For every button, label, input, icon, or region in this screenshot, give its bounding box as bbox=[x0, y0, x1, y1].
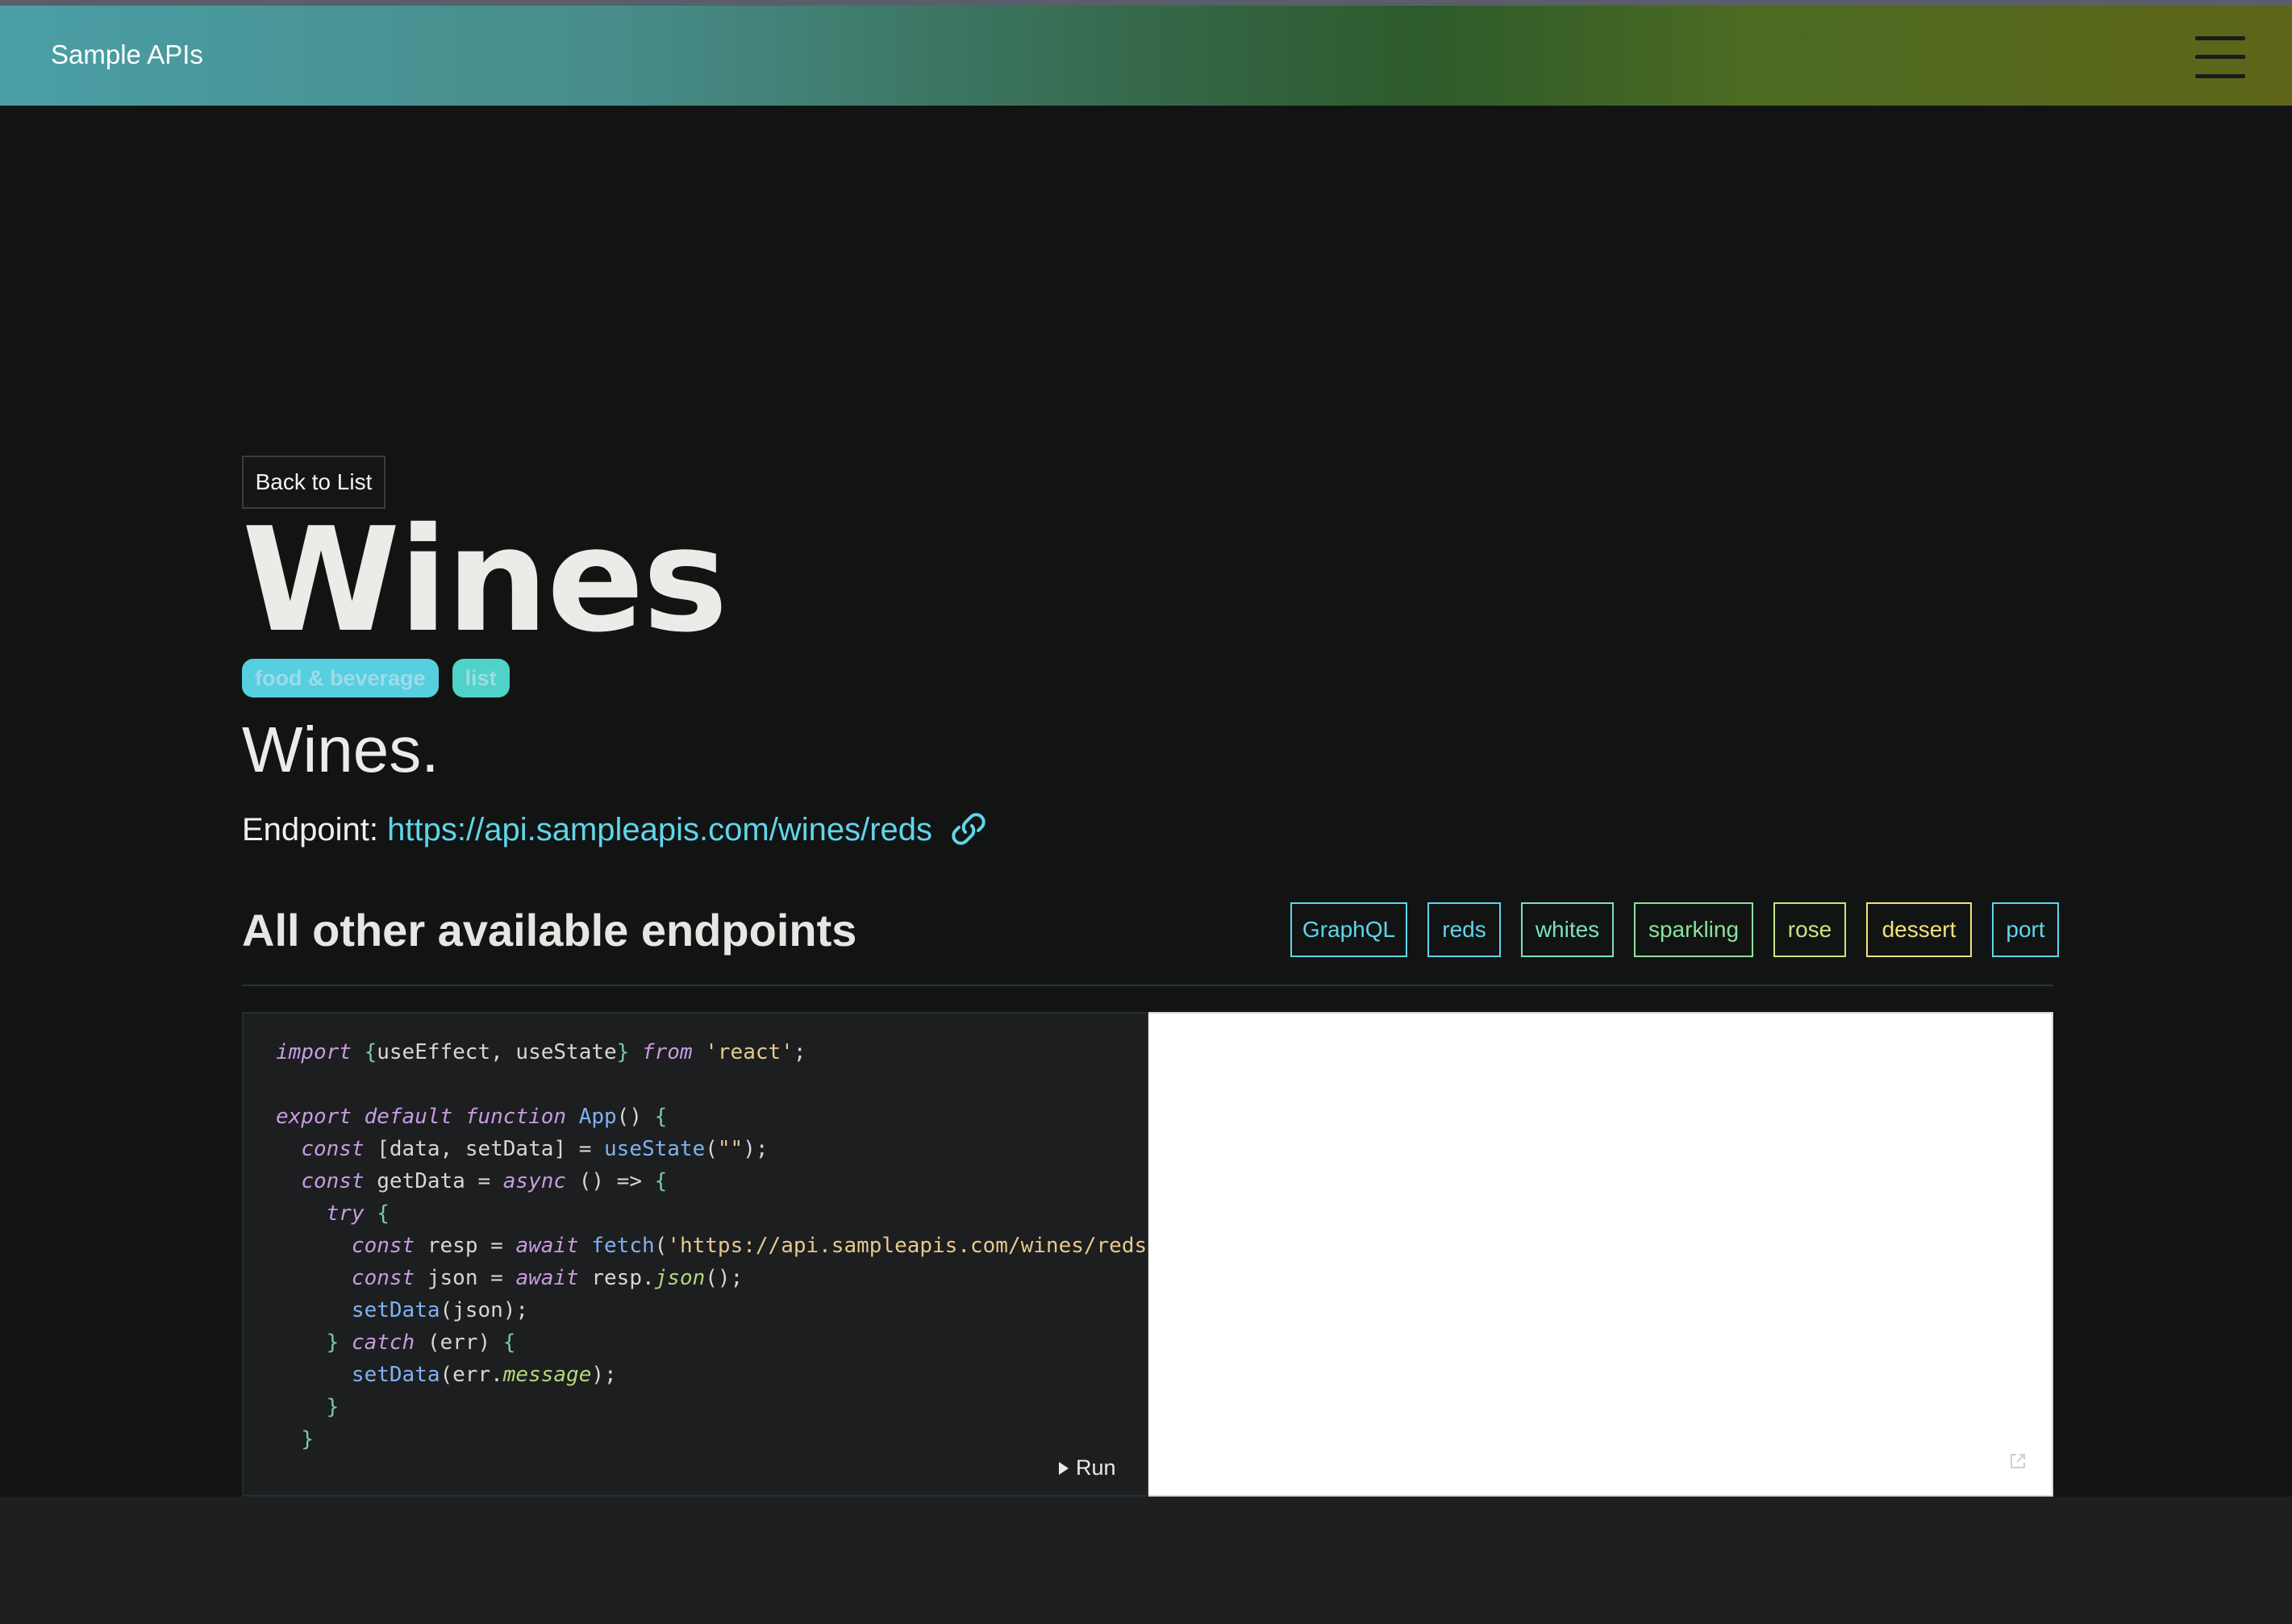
code-line: const json = await resp.json(); bbox=[351, 1266, 744, 1290]
code-editor[interactable]: import {useEffect, useState} from 'react… bbox=[242, 1012, 1148, 1497]
page-title: Wines bbox=[242, 497, 728, 664]
tag-list[interactable]: list bbox=[452, 659, 510, 697]
endpoint-button-port[interactable]: port bbox=[1992, 902, 2059, 957]
brand-link[interactable]: Sample APIs bbox=[51, 40, 203, 70]
code-line: setData(err.message); bbox=[351, 1363, 617, 1387]
output-preview bbox=[1148, 1012, 2053, 1497]
endpoint-button-rose[interactable]: rose bbox=[1773, 902, 1846, 957]
section-divider bbox=[242, 985, 2053, 986]
external-link-icon[interactable] bbox=[2008, 1451, 2027, 1471]
code-line: } catch (err) { bbox=[326, 1330, 516, 1355]
menu-bar bbox=[2195, 55, 2245, 59]
endpoint-button-whites[interactable]: whites bbox=[1521, 902, 1614, 957]
endpoint-url-link[interactable]: https://api.sampleapis.com/wines/reds bbox=[387, 812, 932, 847]
endpoint-button-group: GraphQL reds whites sparkling rose desse… bbox=[1290, 902, 2059, 957]
code-line: export default function App() { bbox=[276, 1105, 668, 1129]
run-label: Run bbox=[1076, 1455, 1116, 1480]
code-line: } bbox=[326, 1395, 340, 1419]
endpoint-button-graphql[interactable]: GraphQL bbox=[1290, 902, 1407, 957]
code-content[interactable]: import {useEffect, useState} from 'react… bbox=[276, 1036, 1147, 1455]
tag-food-beverage[interactable]: food & beverage bbox=[242, 659, 439, 697]
hamburger-menu-icon[interactable] bbox=[2195, 33, 2245, 83]
code-line: const [data, setData] = useState(""); bbox=[301, 1137, 769, 1161]
navbar: Sample APIs bbox=[0, 6, 2292, 106]
code-line: setData(json); bbox=[351, 1298, 529, 1322]
menu-bar bbox=[2195, 36, 2245, 40]
code-line: try { bbox=[326, 1201, 390, 1226]
endpoint-button-sparkling[interactable]: sparkling bbox=[1634, 902, 1753, 957]
code-line: const resp = await fetch('https://api.sa… bbox=[351, 1234, 1148, 1258]
window-top-border bbox=[0, 0, 2292, 6]
endpoint-button-reds[interactable]: reds bbox=[1427, 902, 1501, 957]
code-line: import {useEffect, useState} from 'react… bbox=[276, 1040, 806, 1064]
tag-list: food & beverage list bbox=[242, 659, 510, 697]
code-line: const getData = async () => { bbox=[301, 1169, 668, 1193]
link-icon[interactable] bbox=[949, 811, 988, 856]
endpoint-button-dessert[interactable]: dessert bbox=[1866, 902, 1972, 957]
menu-bar bbox=[2195, 74, 2245, 78]
play-icon bbox=[1059, 1461, 1069, 1475]
endpoint-line: Endpoint: https://api.sampleapis.com/win… bbox=[242, 810, 988, 856]
run-button[interactable]: Run bbox=[1058, 1455, 1116, 1480]
code-line: } bbox=[301, 1427, 314, 1451]
api-description: Wines. bbox=[242, 714, 440, 785]
section-title: All other available endpoints bbox=[242, 905, 857, 956]
footer bbox=[0, 1497, 2292, 1624]
endpoint-label: Endpoint: bbox=[242, 812, 379, 847]
